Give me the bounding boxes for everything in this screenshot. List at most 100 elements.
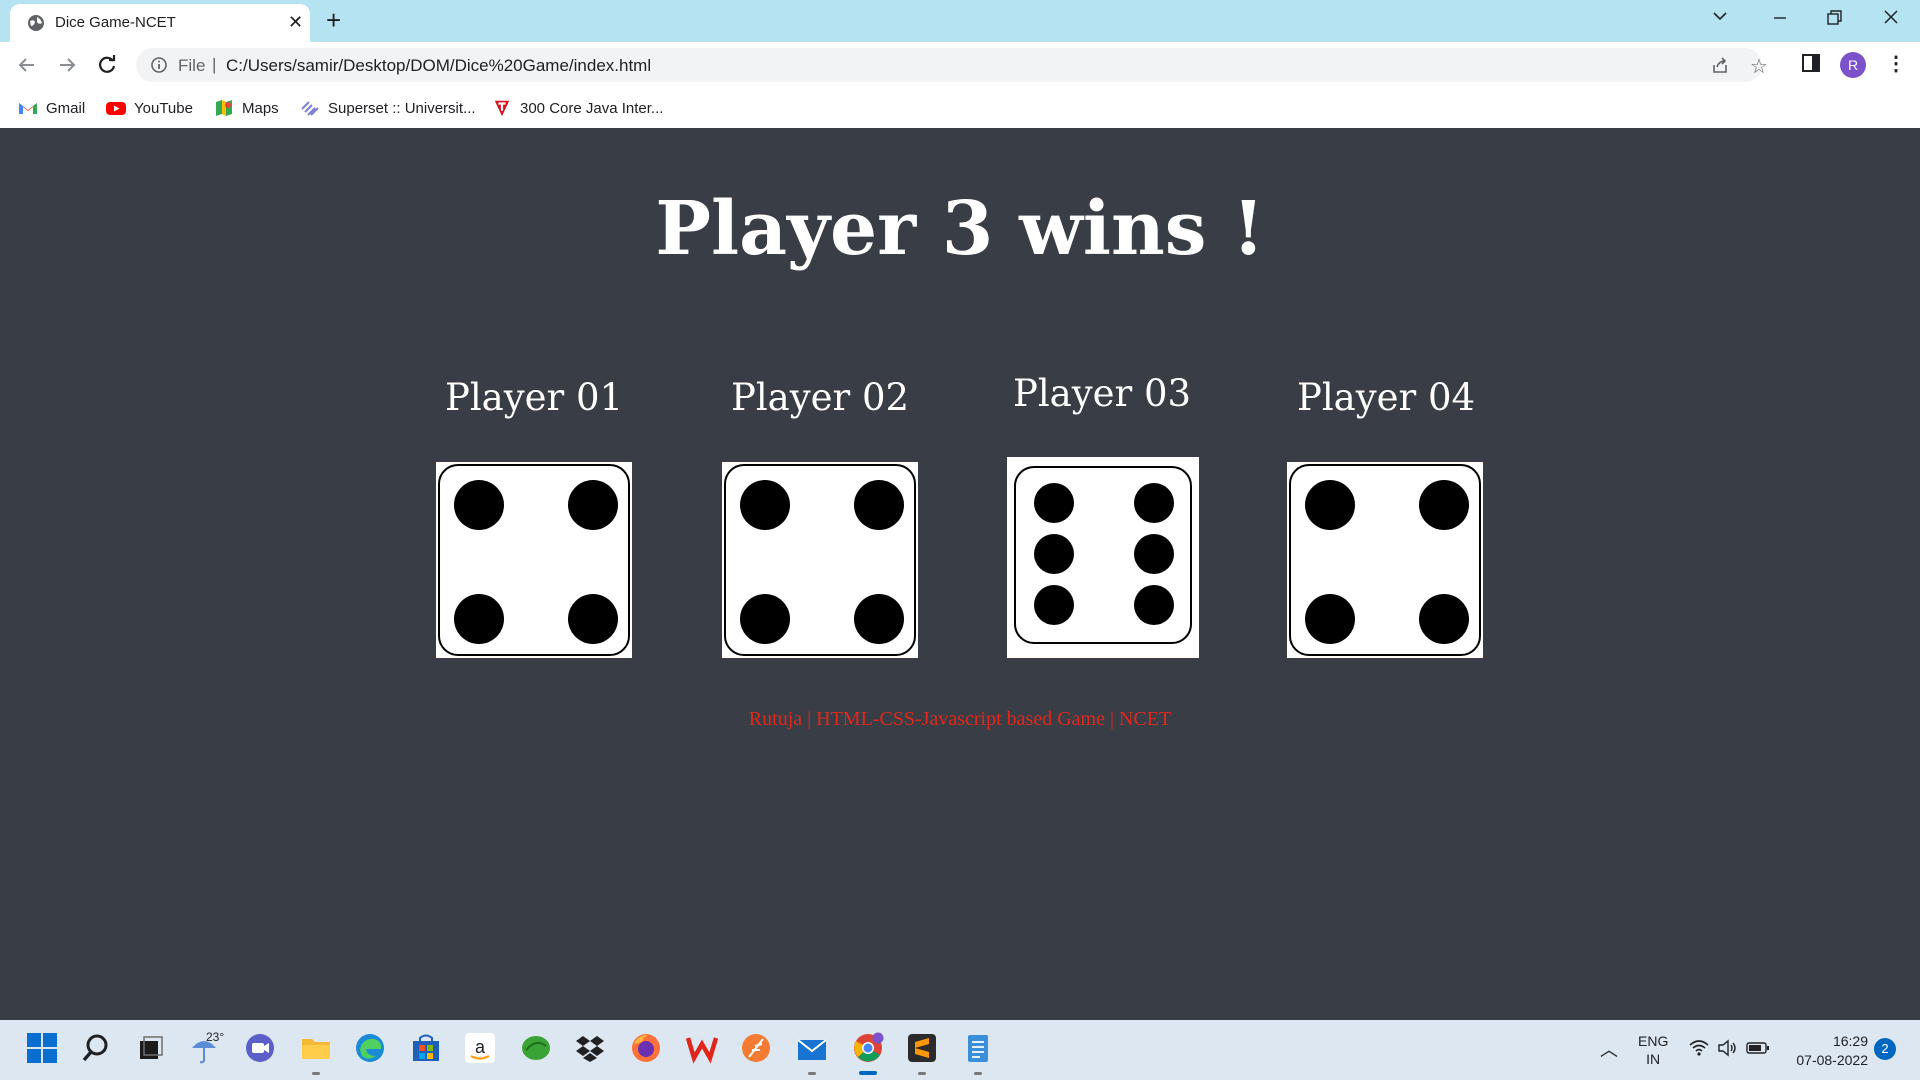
teams-chat-icon[interactable]: [242, 1030, 278, 1066]
pip: [1034, 585, 1074, 625]
bookmark-label: YouTube: [134, 99, 193, 117]
restore-icon[interactable]: [1824, 8, 1844, 28]
taskbar: 23° a ︿ ENG IN 16:29 07-08-2022 2: [0, 1020, 1920, 1080]
edge-icon[interactable]: [352, 1030, 388, 1066]
player-4-label: Player 04: [1286, 376, 1486, 419]
player-3-die: [1007, 457, 1199, 658]
pip: [854, 594, 904, 644]
side-panel-icon[interactable]: [1802, 54, 1820, 72]
player-3-label: Player 03: [1002, 372, 1202, 415]
running-indicator: [918, 1072, 926, 1075]
window-close-icon[interactable]: [1880, 6, 1902, 28]
pip: [740, 480, 790, 530]
clock-time: 16:29: [1832, 1033, 1868, 1049]
browser-toolbar: File | C:/Users/samir/Desktop/DOM/Dice%2…: [0, 42, 1920, 88]
player-1-label: Player 01: [434, 376, 634, 419]
dice-game-page: Player 3 wins ! Player 01 Player 02 Play…: [0, 128, 1920, 1020]
windows-start-icon[interactable]: [24, 1030, 60, 1066]
active-app-indicator: [859, 1071, 877, 1075]
lang-code: ENG: [1638, 1033, 1669, 1049]
chrome-icon[interactable]: [850, 1030, 886, 1066]
dice-face-4-icon: [1289, 464, 1481, 656]
file-explorer-icon[interactable]: [298, 1030, 334, 1066]
lang-region: IN: [1646, 1051, 1661, 1067]
player-label: Player 01: [444, 376, 624, 419]
search-icon[interactable]: [78, 1030, 114, 1066]
tab-dice-game[interactable]: Dice Game-NCET ✕: [10, 4, 310, 42]
green-app-icon[interactable]: [518, 1030, 554, 1066]
address-bar[interactable]: File | C:/Users/samir/Desktop/DOM/Dice%2…: [136, 48, 1768, 82]
task-view-icon[interactable]: [132, 1030, 168, 1066]
weather-temp: 23°: [206, 1030, 225, 1044]
wifi-icon[interactable]: [1688, 1038, 1710, 1058]
pip: [454, 594, 504, 644]
store-icon[interactable]: [408, 1030, 444, 1066]
chevron-down-icon[interactable]: [1710, 6, 1730, 26]
kebab-menu-icon[interactable]: ⋮: [1886, 50, 1906, 78]
info-icon[interactable]: [150, 56, 168, 74]
sublime-text-icon[interactable]: [904, 1030, 940, 1066]
clock-date: 07-08-2022: [1796, 1052, 1868, 1068]
notification-badge[interactable]: 2: [1874, 1038, 1896, 1060]
battery-icon[interactable]: [1746, 1039, 1770, 1057]
running-indicator: [808, 1072, 816, 1075]
new-tab-button[interactable]: +: [326, 6, 341, 34]
reload-icon[interactable]: [94, 52, 120, 78]
player-2-die: [722, 462, 918, 658]
pip: [1134, 585, 1174, 625]
dice-face-4-icon: [438, 464, 630, 656]
bookmark-label: Maps: [242, 99, 279, 117]
profile-avatar[interactable]: R: [1840, 52, 1866, 78]
bookmark-maps[interactable]: Maps: [214, 96, 279, 120]
bookmarks-bar: Gmail YouTube Maps Superset :: Universit…: [0, 88, 1920, 128]
bookmark-label: Gmail: [46, 99, 86, 117]
pip: [1134, 534, 1174, 574]
bookmark-java[interactable]: 300 Core Java Inter...: [492, 96, 663, 120]
url-text[interactable]: C:/Users/samir/Desktop/DOM/Dice%20Game/i…: [226, 56, 651, 76]
pip: [568, 594, 618, 644]
url-scheme: File: [178, 56, 206, 75]
bookmark-label: Superset :: Universit...: [328, 99, 476, 117]
share-icon[interactable]: [1710, 56, 1730, 76]
bookmark-youtube[interactable]: YouTube: [106, 96, 193, 120]
tab-close-icon[interactable]: ✕: [288, 12, 303, 32]
svg-text:a: a: [475, 1037, 486, 1057]
firefox-icon[interactable]: [628, 1030, 664, 1066]
volume-icon[interactable]: [1716, 1038, 1738, 1058]
gmail-icon: [19, 103, 37, 114]
pip: [740, 594, 790, 644]
pip: [1034, 483, 1074, 523]
minimize-icon[interactable]: [1770, 8, 1790, 28]
url-separator: |: [212, 55, 217, 74]
pip: [854, 480, 904, 530]
bookmark-superset[interactable]: Superset :: Universit...: [300, 96, 476, 120]
player-label: Player 04: [1296, 376, 1476, 419]
pip: [1305, 480, 1355, 530]
notepad-icon[interactable]: [960, 1030, 996, 1066]
feather-app-icon[interactable]: [738, 1030, 774, 1066]
input-language[interactable]: ENG IN: [1638, 1032, 1668, 1068]
system-clock[interactable]: 16:29 07-08-2022: [1784, 1032, 1868, 1070]
dropbox-icon[interactable]: [572, 1030, 608, 1066]
amazon-icon[interactable]: a: [462, 1030, 498, 1066]
running-indicator: [974, 1072, 982, 1075]
bookmark-star-icon[interactable]: ☆: [1750, 54, 1768, 79]
globe-icon: [28, 15, 44, 31]
superset-icon: [301, 101, 319, 116]
mail-icon[interactable]: [794, 1030, 830, 1066]
result-title: Player 3 wins !: [655, 186, 1265, 272]
tab-title: Dice Game-NCET: [55, 14, 176, 31]
pip: [454, 480, 504, 530]
bookmark-label: 300 Core Java Inter...: [520, 99, 664, 117]
player-2-label: Player 02: [720, 376, 920, 419]
forward-arrow-icon[interactable]: [54, 52, 80, 78]
pip: [1419, 594, 1469, 644]
back-arrow-icon[interactable]: [14, 52, 40, 78]
maps-icon: [216, 100, 232, 116]
chevron-up-icon[interactable]: ︿: [1600, 1036, 1618, 1062]
player-label: Player 02: [730, 376, 910, 419]
youtube-icon: [106, 102, 126, 115]
pip: [1419, 480, 1469, 530]
wps-office-icon[interactable]: [684, 1030, 720, 1066]
bookmark-gmail[interactable]: Gmail: [18, 96, 85, 120]
